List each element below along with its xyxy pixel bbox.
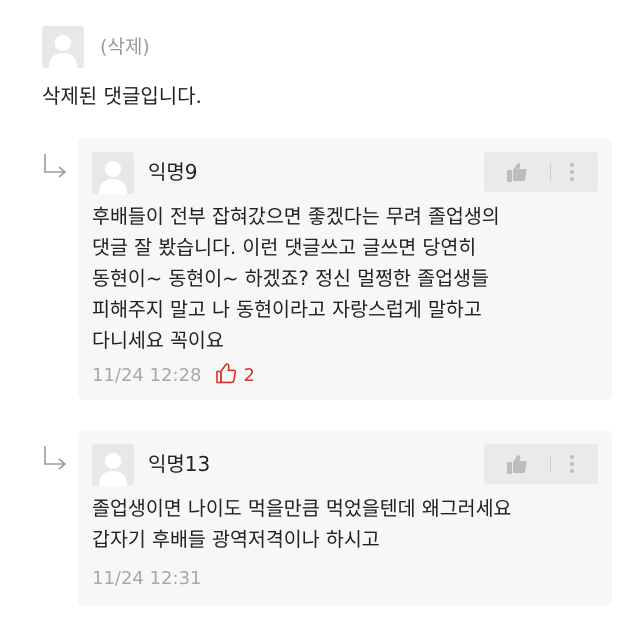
comment-author: 익명9 xyxy=(148,160,198,184)
default-user-avatar-icon xyxy=(49,35,77,68)
comment-body: 삭제된 댓글입니다. xyxy=(42,84,202,108)
divider xyxy=(550,163,551,181)
comment-actions xyxy=(484,152,598,192)
thumbs-up-icon[interactable] xyxy=(506,161,528,183)
thumbs-up-outline-icon xyxy=(215,362,237,384)
reply-arrow-icon xyxy=(40,444,70,472)
comment-timestamp: 11/24 12:31 xyxy=(92,568,202,589)
reply-comment: 익명9 후배들이 전부 잡혀갔으면 좋겠다는 무려 졸업생의 댓글 잘 봤습니다… xyxy=(78,138,612,400)
vertical-ellipsis-icon[interactable] xyxy=(568,454,576,474)
comment-actions xyxy=(484,444,598,484)
comment-meta: 11/24 12:31 xyxy=(92,567,201,591)
comment-timestamp: 11/24 12:28 xyxy=(92,365,202,386)
reply-arrow-icon xyxy=(40,152,70,180)
comment-body: 졸업생이면 나이도 먹을만큼 먹었을텐데 왜그러세요 갑자기 후배들 광역저격이… xyxy=(92,497,512,551)
default-user-avatar-icon xyxy=(99,453,127,486)
like-count: 2 xyxy=(243,365,255,386)
reply-comment: 익명13 졸업생이면 나이도 먹을만큼 먹었을텐데 왜그러세요 갑자기 후배들 … xyxy=(78,430,612,606)
vertical-ellipsis-icon[interactable] xyxy=(568,162,576,182)
avatar xyxy=(92,444,134,486)
avatar xyxy=(42,26,84,68)
comment-author: (삭제) xyxy=(100,36,150,58)
divider xyxy=(550,455,551,473)
default-user-avatar-icon xyxy=(99,161,127,194)
comment-author: 익명13 xyxy=(148,452,211,476)
comment-meta: 11/24 12:28 2 xyxy=(92,362,255,388)
avatar xyxy=(92,152,134,194)
thumbs-up-icon[interactable] xyxy=(506,453,528,475)
comment-body: 후배들이 전부 잡혀갔으면 좋겠다는 무려 졸업생의 댓글 잘 봤습니다. 이런… xyxy=(92,205,500,352)
